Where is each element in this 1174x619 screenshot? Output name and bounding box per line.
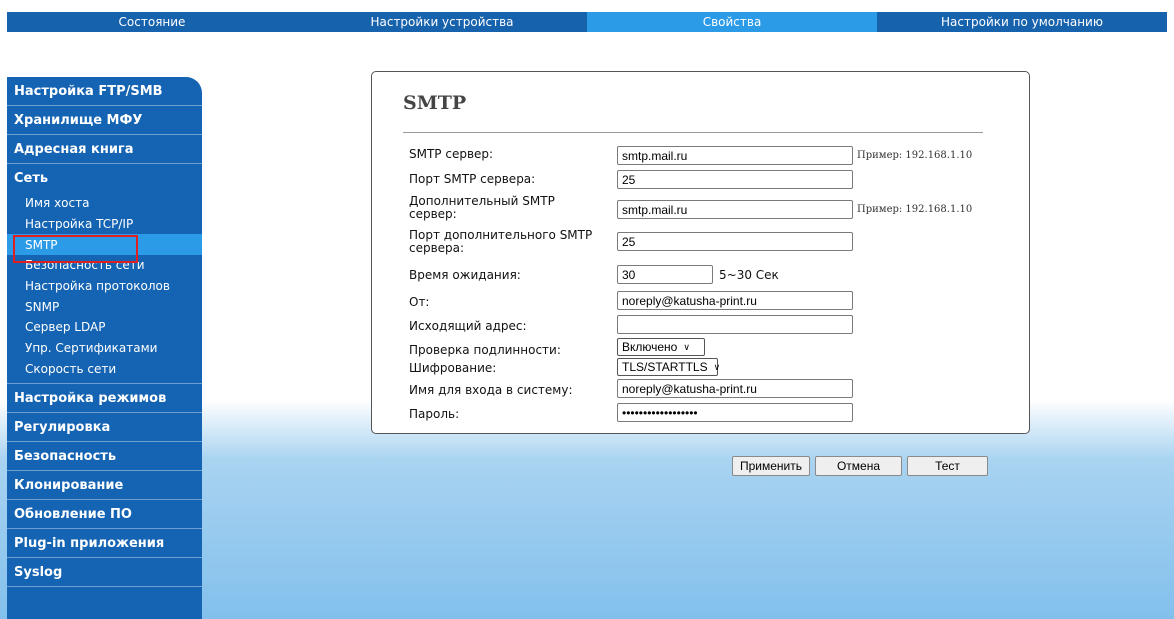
timeout-unit: 5~30 Сек (719, 268, 779, 282)
sidebar-item-syslog[interactable]: Syslog (7, 558, 202, 588)
password-input[interactable] (617, 403, 853, 422)
top-navigation: Состояние Настройки устройства Свойства … (7, 12, 1167, 32)
from-input[interactable] (617, 291, 853, 310)
sidebar-subitem-network-speed[interactable]: Скорость сети (7, 359, 202, 380)
password-label: Пароль: (409, 407, 460, 421)
sidebar-subitem-hostname[interactable]: Имя хоста (7, 193, 202, 214)
encryption-label: Шифрование: (409, 361, 497, 375)
chevron-down-icon: ∨ (683, 341, 690, 352)
test-button[interactable]: Тест (907, 456, 988, 476)
sidebar-item-firmware-update[interactable]: Обновление ПО (7, 500, 202, 530)
sidebar-subitem-snmp[interactable]: SNMP (7, 296, 202, 317)
sidebar-network-submenu: Имя хоста Настройка TCP/IP SMTP Безопасн… (7, 193, 202, 385)
smtp-port-label: Порт SMTP сервера: (409, 172, 536, 186)
auth-label: Проверка подлинности: (409, 343, 561, 357)
login-input[interactable] (617, 379, 853, 398)
alt-port-label: Порт дополнительного SMTP сервера: (409, 228, 593, 255)
sidebar-subitem-tcpip[interactable]: Настройка TCP/IP (7, 214, 202, 235)
sidebar-item-network[interactable]: Сеть (7, 164, 202, 193)
login-label: Имя для входа в систему: (409, 383, 573, 397)
alt-server-hint: Пример: 192.168.1.10 (857, 204, 973, 215)
tab-device-settings[interactable]: Настройки устройства (297, 12, 587, 32)
smtp-server-hint: Пример: 192.168.1.10 (857, 150, 973, 161)
sidebar-item-ftp-smb[interactable]: Настройка FTP/SMB (7, 77, 202, 106)
sidebar-item-adjustment[interactable]: Регулировка (7, 413, 202, 443)
auth-select[interactable]: Включено ∨ (617, 338, 705, 356)
page-title: SMTP (403, 92, 467, 114)
sidebar-item-address-book[interactable]: Адресная книга (7, 135, 202, 164)
smtp-server-input[interactable] (617, 146, 853, 165)
tab-default-settings[interactable]: Настройки по умолчанию (877, 12, 1167, 32)
sidebar-item-storage[interactable]: Хранилище МФУ (7, 106, 202, 135)
smtp-server-label: SMTP сервер: (409, 147, 494, 161)
timeout-label: Время ожидания: (409, 268, 521, 282)
sidebar-subitem-protocols[interactable]: Настройка протоколов (7, 276, 202, 297)
apply-button[interactable]: Применить (732, 456, 810, 476)
timeout-input[interactable] (617, 265, 713, 284)
sidebar-item-security[interactable]: Безопасность (7, 442, 202, 472)
sidebar-item-plugins[interactable]: Plug-in приложения (7, 529, 202, 559)
outgoing-address-input[interactable] (617, 315, 853, 334)
smtp-highlight-box (13, 235, 138, 263)
smtp-port-input[interactable] (617, 170, 853, 189)
outgoing-address-label: Исходящий адрес: (409, 319, 527, 333)
alt-port-input[interactable] (617, 232, 853, 251)
sidebar-subitem-certificates[interactable]: Упр. Сертификатами (7, 338, 202, 359)
sidebar-item-modes[interactable]: Настройка режимов (7, 384, 202, 414)
encryption-select[interactable]: TLS/STARTTLS ∨ (617, 358, 721, 376)
from-label: От: (409, 295, 430, 309)
alt-server-input[interactable] (617, 200, 853, 219)
tab-status[interactable]: Состояние (7, 12, 297, 32)
title-divider (403, 132, 983, 133)
cancel-button[interactable]: Отмена (815, 456, 902, 476)
tab-properties[interactable]: Свойства (587, 12, 877, 32)
sidebar-item-cloning[interactable]: Клонирование (7, 471, 202, 501)
sidebar: Настройка FTP/SMB Хранилище МФУ Адресная… (7, 77, 202, 619)
chevron-down-icon: ∨ (713, 361, 721, 372)
alt-server-label: Дополнительный SMTP сервер: (409, 194, 555, 221)
sidebar-subitem-ldap[interactable]: Сервер LDAP (7, 317, 202, 338)
encryption-select-value: TLS/STARTTLS (622, 360, 708, 374)
auth-select-value: Включено (622, 340, 678, 354)
smtp-settings-panel: SMTP SMTP сервер: Пример: 192.168.1.10 П… (371, 71, 1030, 434)
